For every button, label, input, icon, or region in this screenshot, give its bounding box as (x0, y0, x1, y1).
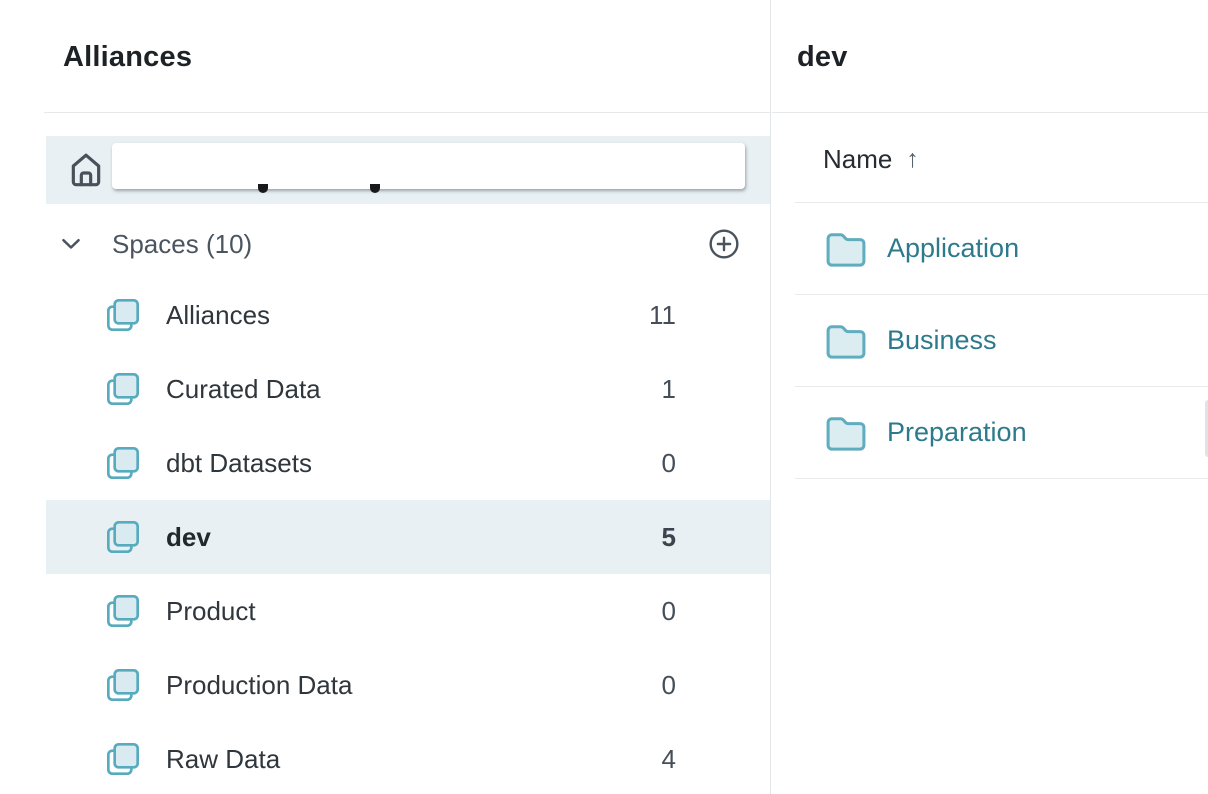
home-icon (66, 149, 106, 191)
space-icon (103, 517, 143, 557)
folder-name-link: Preparation (887, 417, 1027, 448)
space-name: Curated Data (166, 374, 321, 405)
app-window: Alliances Spaces (10) (0, 0, 1208, 794)
folder-list: Application Business Preparation (795, 203, 1208, 479)
space-icon (103, 443, 143, 483)
main-title-divider (772, 112, 1208, 113)
redacted-descender-mark (258, 184, 268, 193)
space-count: 4 (662, 744, 676, 775)
sidebar-item-raw-data[interactable]: Raw Data 4 (46, 722, 770, 794)
folder-row-application[interactable]: Application (795, 203, 1208, 295)
space-name: dev (166, 522, 211, 553)
spaces-section-header: Spaces (10) (46, 223, 770, 265)
space-icon (103, 739, 143, 779)
space-count: 11 (649, 300, 676, 331)
space-count: 0 (662, 448, 676, 479)
sidebar-title: Alliances (63, 41, 192, 74)
main-panel-title: dev (797, 41, 848, 74)
sidebar-item-product[interactable]: Product 0 (46, 574, 770, 648)
add-space-button[interactable] (708, 228, 740, 260)
plus-circle-icon (708, 228, 740, 260)
sidebar-item-dev[interactable]: dev 5 (46, 500, 770, 574)
sidebar-spaces-panel: Alliances Spaces (10) (0, 0, 771, 794)
sidebar-item-alliances[interactable]: Alliances 11 (46, 278, 770, 352)
space-icon (103, 369, 143, 409)
space-name: Product (166, 596, 256, 627)
space-icon (103, 665, 143, 705)
folder-name-link: Application (887, 233, 1019, 264)
column-header-name[interactable]: Name ↑ (823, 144, 919, 175)
folder-name-link: Business (887, 325, 997, 356)
spaces-section-label: Spaces (10) (112, 229, 252, 260)
space-count: 1 (662, 374, 676, 405)
sort-ascending-icon: ↑ (906, 145, 919, 174)
spaces-list: Alliances 11 Curated Data 1 dbt Datasets… (46, 278, 770, 794)
space-name: Production Data (166, 670, 352, 701)
space-name: dbt Datasets (166, 448, 312, 479)
folder-row-business[interactable]: Business (795, 295, 1208, 387)
chevron-down-icon[interactable] (58, 231, 84, 257)
space-count: 0 (662, 670, 676, 701)
space-count: 5 (662, 522, 676, 553)
space-icon (103, 295, 143, 335)
space-icon (103, 591, 143, 631)
space-name: Alliances (166, 300, 270, 331)
folder-icon (823, 413, 869, 453)
space-contents-panel: dev Name ↑ Application Business (772, 0, 1208, 794)
sidebar-item-production-data[interactable]: Production Data 0 (46, 648, 770, 722)
space-name: Raw Data (166, 744, 280, 775)
folder-icon (823, 321, 869, 361)
redacted-text-overlay (112, 143, 745, 189)
sidebar-title-divider (44, 112, 770, 113)
sidebar-item-dbt-datasets[interactable]: dbt Datasets 0 (46, 426, 770, 500)
folder-row-preparation[interactable]: Preparation (795, 387, 1208, 479)
sidebar-item-curated-data[interactable]: Curated Data 1 (46, 352, 770, 426)
space-count: 0 (662, 596, 676, 627)
column-header-label: Name (823, 144, 892, 175)
home-catalog-row[interactable] (46, 136, 770, 204)
folder-icon (823, 229, 869, 269)
redacted-descender-mark (370, 184, 380, 193)
